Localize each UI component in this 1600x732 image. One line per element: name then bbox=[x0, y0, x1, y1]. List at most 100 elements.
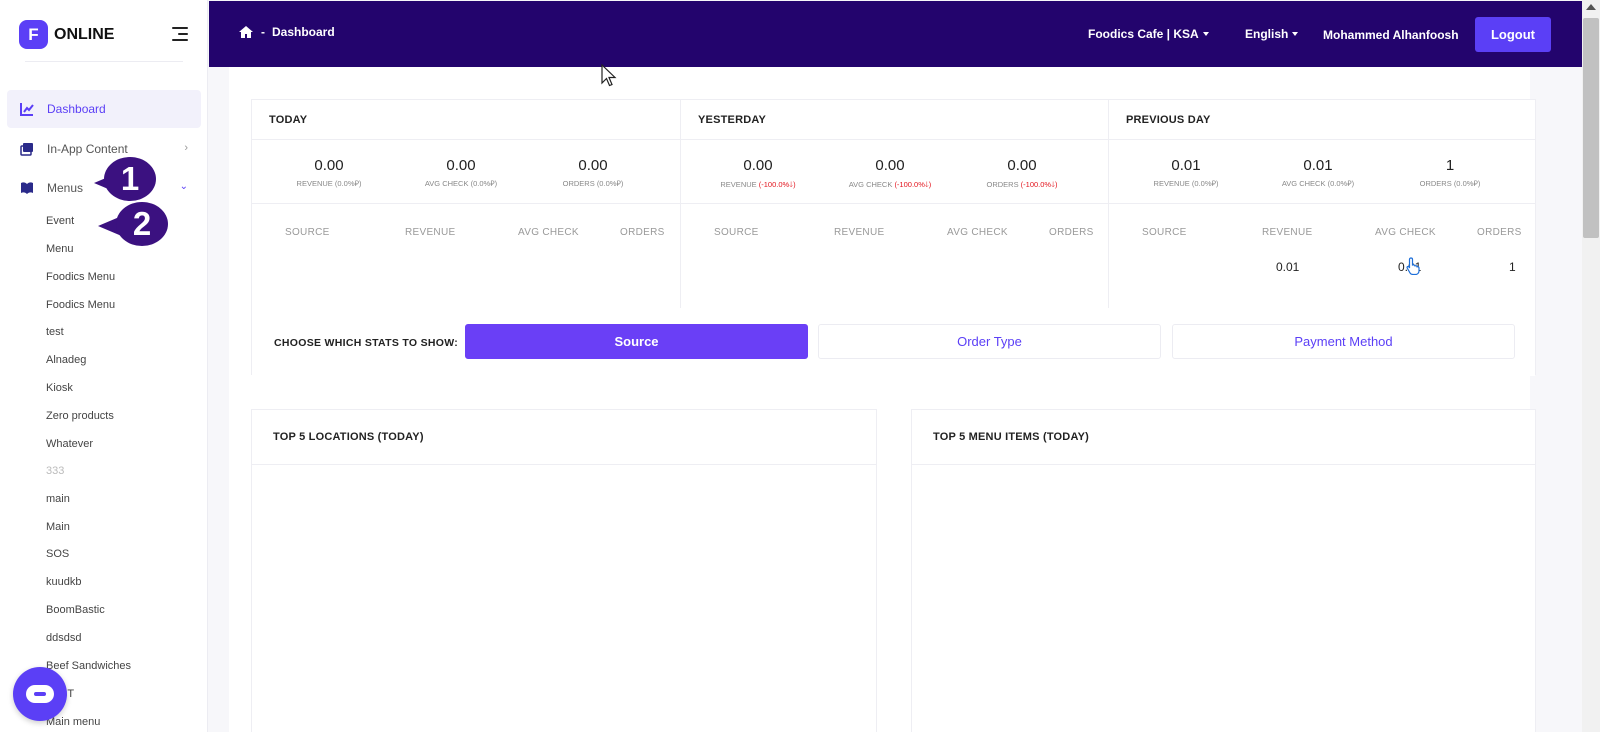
column-header-revenue: REVENUE bbox=[1262, 227, 1313, 238]
branch-label: Foodics Cafe | KSA bbox=[1088, 27, 1199, 41]
menu-link-beef-sandwiches[interactable]: Beef Sandwiches bbox=[46, 660, 131, 672]
menu-link-main-menu[interactable]: Main menu bbox=[46, 716, 100, 728]
foodics-logo: F bbox=[19, 20, 48, 49]
metric-label: AVG CHECK (0.0%⃁) bbox=[1281, 179, 1355, 188]
home-icon[interactable] bbox=[239, 26, 253, 38]
metric-value: 0.00 bbox=[1007, 157, 1037, 174]
chevron-down-icon: ⌄ bbox=[179, 181, 188, 192]
breadcrumb-current: Dashboard bbox=[272, 25, 335, 39]
period-title: PREVIOUS DAY bbox=[1126, 114, 1211, 126]
metric-orders: 0.00 ORDERS (0.0%⃁) bbox=[533, 157, 653, 189]
metric-orders: 1 ORDERS (0.0%⃁) bbox=[1390, 157, 1510, 189]
metric-label: REVENUE (-100.0%🡓) bbox=[720, 180, 796, 189]
menu-link-whatever[interactable]: Whatever bbox=[46, 438, 93, 450]
top-locations-panel: TOP 5 LOCATIONS (TODAY) bbox=[251, 409, 877, 732]
menu-link-kiosk[interactable]: Kiosk bbox=[46, 382, 73, 394]
brand-name: ONLINE bbox=[54, 25, 115, 43]
payment-method-option-button[interactable]: Payment Method bbox=[1172, 324, 1515, 359]
metric-label: ORDERS (-100.0%🡓) bbox=[986, 180, 1058, 189]
metric-label: ORDERS (0.0%⃁) bbox=[1419, 179, 1481, 188]
menu-link-foodics-menu-2[interactable]: Foodics Menu bbox=[46, 299, 115, 311]
caret-down-icon bbox=[1292, 32, 1299, 36]
column-header-avg-check: AVG CHECK bbox=[947, 227, 1008, 238]
sidebar-item-label: Dashboard bbox=[47, 102, 106, 116]
scrollbar-thumb[interactable] bbox=[1583, 18, 1599, 238]
metric-value: 0.00 bbox=[578, 157, 608, 174]
menu-link-333[interactable]: 333 bbox=[46, 465, 64, 477]
book-icon bbox=[21, 182, 33, 194]
metric-value: 0.01 bbox=[1303, 157, 1333, 174]
stats-selector: CHOOSE WHICH STATS TO SHOW: Source Order… bbox=[252, 308, 1535, 376]
chat-support-button[interactable] bbox=[13, 667, 67, 721]
sidebar: F ONLINE Dashboard In-App Content › Menu… bbox=[0, 0, 208, 732]
language-dropdown[interactable]: English bbox=[1245, 27, 1299, 41]
metric-revenue: 0.01 REVENUE (0.0%⃁) bbox=[1126, 157, 1246, 189]
period-today: TODAY 0.00 REVENUE (0.0%⃁) 0.00 AVG CHEC… bbox=[252, 100, 680, 308]
menu-link-ddsdsd[interactable]: ddsdsd bbox=[46, 632, 81, 644]
menu-link-alnadeg[interactable]: Alnadeg bbox=[46, 354, 86, 366]
period-title: TODAY bbox=[269, 114, 308, 126]
stats-card: TODAY 0.00 REVENUE (0.0%⃁) 0.00 AVG CHEC… bbox=[251, 99, 1536, 376]
column-header-revenue: REVENUE bbox=[405, 227, 456, 238]
scroll-up-arrow-icon[interactable] bbox=[1586, 4, 1596, 10]
column-header-source: SOURCE bbox=[285, 227, 330, 238]
sidebar-divider bbox=[25, 61, 183, 62]
tutorial-callout-1: 1 bbox=[104, 157, 156, 201]
brand[interactable]: F ONLINE bbox=[19, 20, 114, 49]
metric-value: 0.00 bbox=[446, 157, 476, 174]
branch-dropdown[interactable]: Foodics Cafe | KSA bbox=[1088, 27, 1209, 41]
period-title: YESTERDAY bbox=[698, 114, 767, 126]
menu-link-test[interactable]: test bbox=[46, 326, 64, 338]
images-icon bbox=[20, 143, 33, 156]
chat-icon bbox=[26, 685, 54, 703]
metric-label: ORDERS (0.0%⃁) bbox=[562, 179, 624, 188]
metric-avg-check: 0.01 AVG CHECK (0.0%⃁) bbox=[1258, 157, 1378, 189]
mouse-cursor-icon bbox=[601, 64, 617, 87]
menu-link-main[interactable]: main bbox=[46, 493, 70, 505]
chart-icon bbox=[20, 103, 34, 116]
menu-toggle-icon[interactable] bbox=[172, 27, 188, 41]
menu-link-main-2[interactable]: Main bbox=[46, 521, 70, 533]
menu-link-event[interactable]: Event bbox=[46, 215, 74, 227]
column-header-source: SOURCE bbox=[714, 227, 759, 238]
column-header-orders: ORDERS bbox=[620, 227, 665, 238]
column-header-revenue: REVENUE bbox=[834, 227, 885, 238]
breadcrumb: - Dashboard bbox=[239, 25, 335, 39]
menu-link-menu[interactable]: Menu bbox=[46, 243, 74, 255]
metric-avg-check: 0.00 AVG CHECK (0.0%⃁) bbox=[401, 157, 521, 189]
stats-selector-label: CHOOSE WHICH STATS TO SHOW: bbox=[274, 337, 459, 349]
menu-link-boombastic[interactable]: BoomBastic bbox=[46, 604, 105, 616]
user-name: Mohammed Alhanfoosh bbox=[1323, 28, 1459, 42]
metric-label: REVENUE (0.0%⃁) bbox=[1153, 179, 1219, 188]
top-bar: - Dashboard Foodics Cafe | KSA English M… bbox=[209, 1, 1582, 67]
metric-label: AVG CHECK (-100.0%🡓) bbox=[848, 180, 932, 189]
row-orders-value: 1 bbox=[1509, 260, 1516, 274]
source-option-button[interactable]: Source bbox=[465, 324, 808, 359]
sidebar-item-label: Menus bbox=[47, 181, 84, 195]
metric-revenue: 0.00 REVENUE (0.0%⃁) bbox=[269, 157, 389, 189]
order-type-option-button[interactable]: Order Type bbox=[818, 324, 1161, 359]
column-header-orders: ORDERS bbox=[1049, 227, 1094, 238]
panel-title: TOP 5 LOCATIONS (TODAY) bbox=[273, 431, 424, 443]
metric-label: REVENUE (0.0%⃁) bbox=[296, 179, 362, 188]
language-label: English bbox=[1245, 27, 1289, 41]
menu-link-zero-products[interactable]: Zero products bbox=[46, 410, 114, 422]
sidebar-item-label: In-App Content bbox=[47, 142, 128, 156]
chevron-right-icon: › bbox=[184, 142, 188, 154]
sidebar-item-dashboard[interactable]: Dashboard bbox=[7, 90, 201, 128]
pointer-hand-icon bbox=[1406, 257, 1420, 275]
metric-orders: 0.00 ORDERS (-100.0%🡓) bbox=[962, 157, 1082, 192]
menu-link-kuudkb[interactable]: kuudkb bbox=[46, 576, 81, 588]
column-header-source: SOURCE bbox=[1142, 227, 1187, 238]
period-previous-day: PREVIOUS DAY 0.01 REVENUE (0.0%⃁) 0.01 A… bbox=[1108, 100, 1536, 308]
period-yesterday: YESTERDAY 0.00 REVENUE (-100.0%🡓) 0.00 A… bbox=[680, 100, 1108, 308]
metric-value: 1 bbox=[1445, 157, 1455, 174]
column-header-orders: ORDERS bbox=[1477, 227, 1522, 238]
sidebar-item-in-app-content[interactable]: In-App Content › bbox=[7, 130, 201, 168]
menu-link-sos[interactable]: SOS bbox=[46, 548, 69, 560]
menu-link-foodics-menu[interactable]: Foodics Menu bbox=[46, 271, 115, 283]
caret-down-icon bbox=[1202, 32, 1209, 36]
breadcrumb-separator: - bbox=[261, 25, 265, 39]
column-header-avg-check: AVG CHECK bbox=[518, 227, 579, 238]
logout-button[interactable]: Logout bbox=[1475, 17, 1551, 52]
